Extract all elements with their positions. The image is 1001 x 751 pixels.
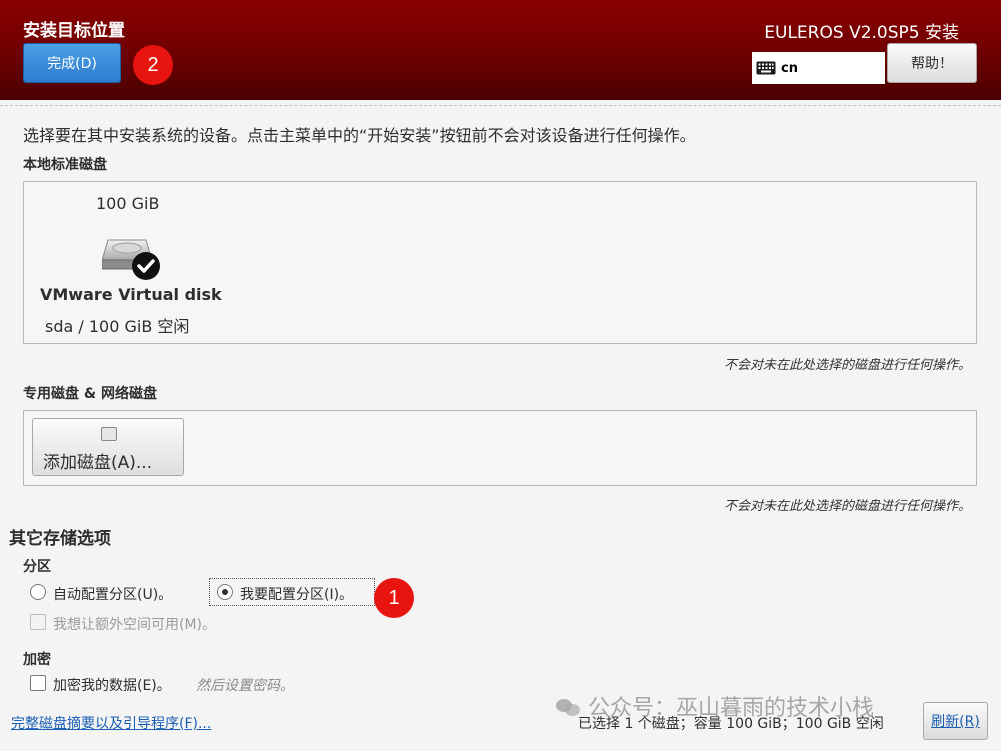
header-bar: 安装目标位置 完成(D) 2 EULEROS V2.0SP5 安装 cn 帮助！	[0, 0, 1001, 100]
refresh-button[interactable]: 刷新(R)	[923, 702, 988, 740]
product-name: EULEROS V2.0SP5 安装	[764, 23, 959, 43]
other-storage-label: 其它存储选项	[9, 529, 111, 549]
wechat-icon	[556, 697, 582, 717]
keyboard-layout-indicator[interactable]: cn	[752, 52, 885, 84]
disk-small-icon	[101, 427, 117, 441]
encrypt-label[interactable]: 加密我的数据(E)。	[53, 675, 171, 695]
step-badge-2: 2	[133, 45, 173, 85]
header-divider	[0, 105, 1001, 106]
manual-partition-radio[interactable]	[217, 584, 233, 600]
special-disks-label: 专用磁盘 & 网络磁盘	[23, 386, 157, 402]
extra-space-label[interactable]: 我想让额外空间可用(M)。	[53, 614, 216, 634]
disk-size: 100 GiB	[96, 194, 160, 213]
hard-disk-icon	[102, 239, 160, 280]
manual-partition-label[interactable]: 我要配置分区(I)。	[240, 584, 353, 604]
auto-partition-radio[interactable]	[30, 584, 46, 600]
watermark: 公众号：巫山暮雨的技术小栈	[556, 690, 874, 722]
special-disks-note: 不会对未在此处选择的磁盘进行任何操作。	[723, 499, 971, 514]
local-disks-panel: 100 GiB VMware Virtual disk sda / 100 Gi…	[23, 181, 977, 344]
local-disks-label: 本地标准磁盘	[23, 157, 107, 173]
disk-tile-sda[interactable]: 100 GiB VMware Virtual disk sda / 100 Gi…	[34, 188, 234, 338]
encrypt-checkbox[interactable]	[30, 675, 46, 691]
keyboard-icon	[756, 61, 776, 75]
add-disk-button[interactable]: 添加磁盘(A)...	[32, 418, 184, 476]
extra-space-checkbox[interactable]	[30, 614, 46, 630]
local-disks-note: 不会对未在此处选择的磁盘进行任何操作。	[723, 358, 971, 373]
keyboard-layout-label: cn	[781, 60, 798, 76]
disk-summary-link[interactable]: 完整磁盘摘要以及引导程序(F)...	[11, 713, 211, 733]
step-badge-1: 1	[374, 578, 414, 618]
page-title: 安装目标位置	[23, 21, 125, 41]
encrypt-hint: 然后设置密码。	[196, 678, 294, 694]
watermark-text: 公众号：巫山暮雨的技术小栈	[588, 696, 875, 721]
instruction-text: 选择要在其中安装系统的设备。点击主菜单中的“开始安装”按钮前不会对该设备进行任何…	[23, 126, 696, 145]
disk-name: VMware Virtual disk	[40, 285, 222, 304]
help-button[interactable]: 帮助！	[887, 43, 977, 83]
done-button[interactable]: 完成(D)	[23, 43, 121, 83]
add-disk-label: 添加磁盘(A)...	[43, 453, 153, 473]
encryption-label: 加密	[23, 652, 51, 668]
partitioning-label: 分区	[23, 559, 51, 575]
refresh-label: 刷新(R)	[931, 714, 980, 730]
disk-free-space: sda / 100 GiB 空闲	[45, 317, 190, 336]
auto-partition-label[interactable]: 自动配置分区(U)。	[53, 584, 172, 604]
